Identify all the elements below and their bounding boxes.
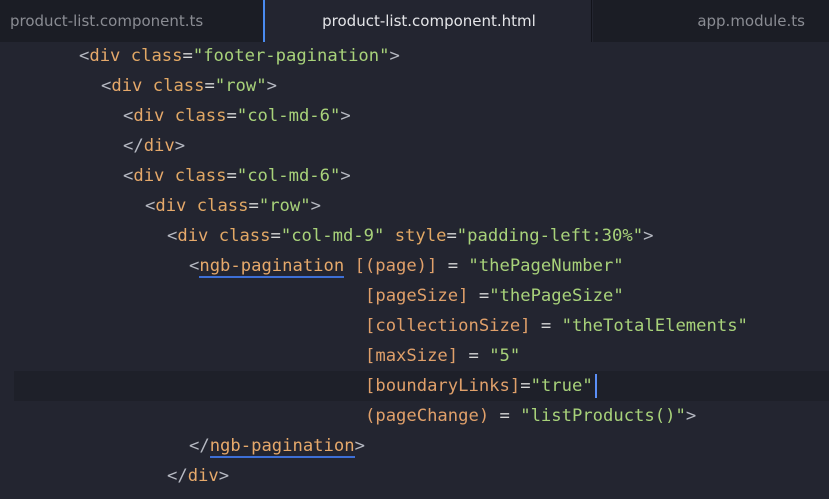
code-token: div [133,166,165,186]
code-token: div [187,466,219,486]
code-token: style [384,226,447,246]
code-token: = [226,166,237,186]
code-token: "footer-pagination" [192,46,390,66]
code-token: > [643,226,654,246]
code-token: ngb-pagination [199,256,345,278]
code-token: class [164,106,227,126]
code-line[interactable]: <div class="col-md-6"> [123,161,351,191]
code-token: "5" [489,346,521,366]
code-token: [boundaryLinks] [365,376,521,396]
code-token: "col-md-9" [280,226,385,246]
code-token: > [310,196,321,216]
code-token: = [226,106,237,126]
code-token: div [143,136,175,156]
code-token: </ [167,466,188,486]
code-line[interactable]: <ngb-pagination [(page)] = "thePageNumbe… [189,251,624,281]
code-token: < [123,166,134,186]
code-token: (pageChange) [365,406,490,426]
tab-app-module-ts[interactable]: app.module.ts [592,0,829,42]
code-token: > [340,106,351,126]
code-token: < [101,76,112,96]
code-token: "padding-left:30%" [456,226,644,246]
code-token: class [208,226,271,246]
code-editor[interactable]: <div class="footer-pagination"> <div cla… [0,42,829,499]
code-token: "col-md-6" [236,106,341,126]
code-line[interactable]: <div class="row"> [145,191,321,221]
code-token: div [133,106,165,126]
code-token: class [186,196,249,216]
code-token: < [79,46,90,66]
code-token: > [685,406,697,426]
tab-product-list-component-html[interactable]: product-list.component.html [263,0,593,42]
code-token: </ [123,136,144,156]
code-token: = [248,196,259,216]
code-token: [maxSize] [365,346,459,366]
code-token: = [446,226,457,246]
code-line[interactable]: </div> [123,131,185,161]
code-line[interactable]: [maxSize] = "5" [365,341,520,371]
code-token: < [189,256,200,276]
code-line[interactable]: <div class="col-md-9" style="padding-lef… [167,221,653,251]
code-token: = [520,376,531,396]
code-token: "thePageSize" [489,286,624,306]
code-token: = [489,406,521,426]
code-token: "row" [214,76,267,96]
code-line[interactable]: </ngb-pagination> [189,431,365,461]
code-token: [collectionSize] [365,316,531,336]
active-code-line[interactable]: [boundaryLinks]="true" [14,371,829,401]
code-token: < [145,196,156,216]
code-token: div [155,196,187,216]
code-token: = [458,346,490,366]
code-token: "row" [258,196,311,216]
code-token: > [389,46,400,66]
code-line[interactable]: [collectionSize] = "theTotalElements" [365,311,748,341]
code-token: > [218,466,230,486]
code-token: "true" [530,376,593,396]
code-token: class [164,166,227,186]
code-token: > [354,436,365,456]
code-token: "col-md-6" [236,166,341,186]
code-token: "theTotalElements" [561,316,748,336]
code-line[interactable]: <div class="row"> [101,71,277,101]
code-token: = [182,46,193,66]
code-token: = [204,76,215,96]
code-token: = [270,226,281,246]
code-line[interactable]: <div class="footer-pagination"> [79,41,400,71]
code-token: class [142,76,205,96]
code-token: "listProducts()" [520,406,686,426]
code-token: > [340,166,351,186]
code-token: < [167,226,178,246]
code-token: [(page)] [344,256,438,276]
code-token: < [123,106,134,126]
code-token: = [530,316,562,336]
code-line[interactable]: [pageSize] ="thePageSize" [365,281,624,311]
tab-product-list-component-ts[interactable]: product-list.component.ts [0,0,262,42]
code-token: div [177,226,209,246]
code-line[interactable]: </div> [167,461,229,491]
code-token: </ [189,436,210,456]
code-token: [pageSize] [365,286,469,306]
code-token: > [266,76,277,96]
code-line[interactable]: <div class="col-md-6"> [123,101,351,131]
code-token: = [468,286,490,306]
text-cursor [594,374,597,398]
code-token: div [111,76,143,96]
code-token: = [437,256,469,276]
code-token: > [174,136,186,156]
code-token: ngb-pagination [209,436,355,458]
code-token: "thePageNumber" [468,256,624,276]
code-token: div [89,46,121,66]
code-line[interactable]: (pageChange) = "listProducts()"> [365,401,696,431]
code-token: class [120,46,183,66]
editor-tab-bar: product-list.component.ts product-list.c… [0,0,829,42]
